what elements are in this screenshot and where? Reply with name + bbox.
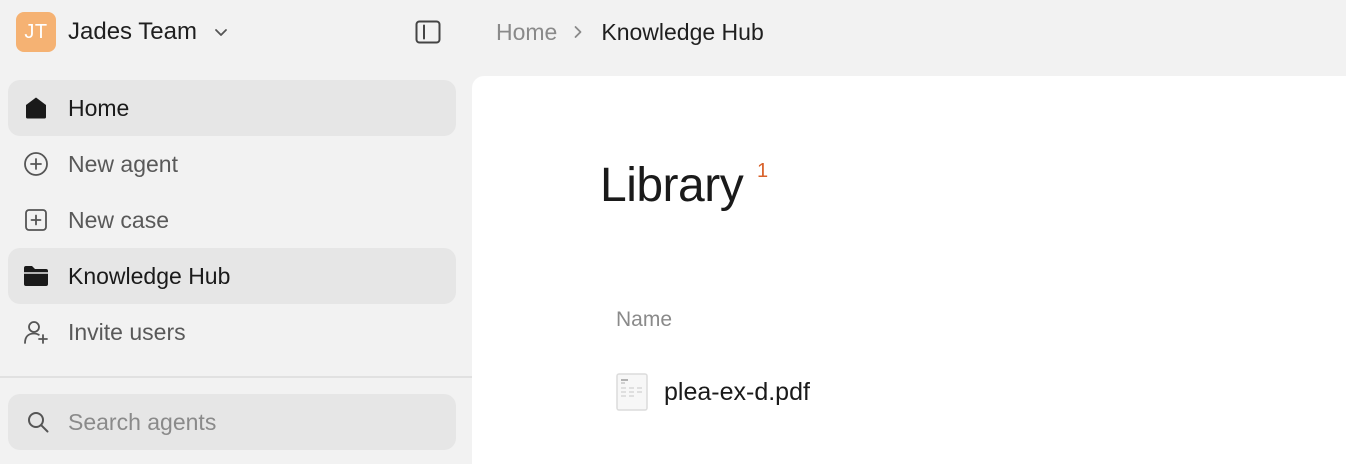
sidebar-nav: Home New agent New case Knowledge Hub In… <box>8 80 456 360</box>
sidebar-item-new-case[interactable]: New case <box>8 192 456 248</box>
team-avatar: JT <box>16 12 56 52</box>
sidebar-item-knowledge-hub[interactable]: Knowledge Hub <box>8 248 456 304</box>
sidebar-item-label: Home <box>68 94 130 121</box>
sidebar-item-label: Invite users <box>68 318 186 345</box>
sidebar-divider <box>0 376 472 378</box>
sidebar: JT Jades Team Home New agent New case Kn… <box>0 0 472 464</box>
item-count-badge: 1 <box>757 160 769 182</box>
page-title: Library <box>600 159 744 212</box>
sidebar-item-label: New agent <box>68 150 178 177</box>
breadcrumb: Home Knowledge Hub <box>496 14 764 50</box>
search-icon <box>26 409 52 435</box>
table-row[interactable]: plea-ex-d.pdf <box>616 372 1216 412</box>
sidebar-toggle-icon[interactable] <box>414 19 442 45</box>
sidebar-item-invite-users[interactable]: Invite users <box>8 304 456 360</box>
column-header-name[interactable]: Name <box>616 308 672 332</box>
sidebar-item-label: New case <box>68 206 169 233</box>
main-panel: Library 1 Name plea-ex-d.pdf <box>472 76 1346 464</box>
plus-square-icon <box>22 206 50 234</box>
breadcrumb-home-link[interactable]: Home <box>496 19 557 46</box>
search-box[interactable] <box>8 394 456 450</box>
chevron-right-icon <box>573 25 583 39</box>
user-plus-icon <box>22 318 50 346</box>
plus-circle-icon <box>22 150 50 178</box>
sidebar-item-home[interactable]: Home <box>8 80 456 136</box>
home-icon <box>22 94 50 122</box>
breadcrumb-current: Knowledge Hub <box>601 18 764 45</box>
team-name: Jades Team <box>68 18 197 45</box>
team-switcher[interactable]: JT Jades Team <box>16 12 456 52</box>
pdf-file-icon <box>616 373 648 411</box>
sidebar-item-label: Knowledge Hub <box>68 262 231 289</box>
search-input[interactable] <box>66 407 430 437</box>
chevron-down-icon[interactable] <box>213 24 229 40</box>
sidebar-item-new-agent[interactable]: New agent <box>8 136 456 192</box>
folder-icon <box>22 262 50 290</box>
file-name[interactable]: plea-ex-d.pdf <box>664 378 810 407</box>
